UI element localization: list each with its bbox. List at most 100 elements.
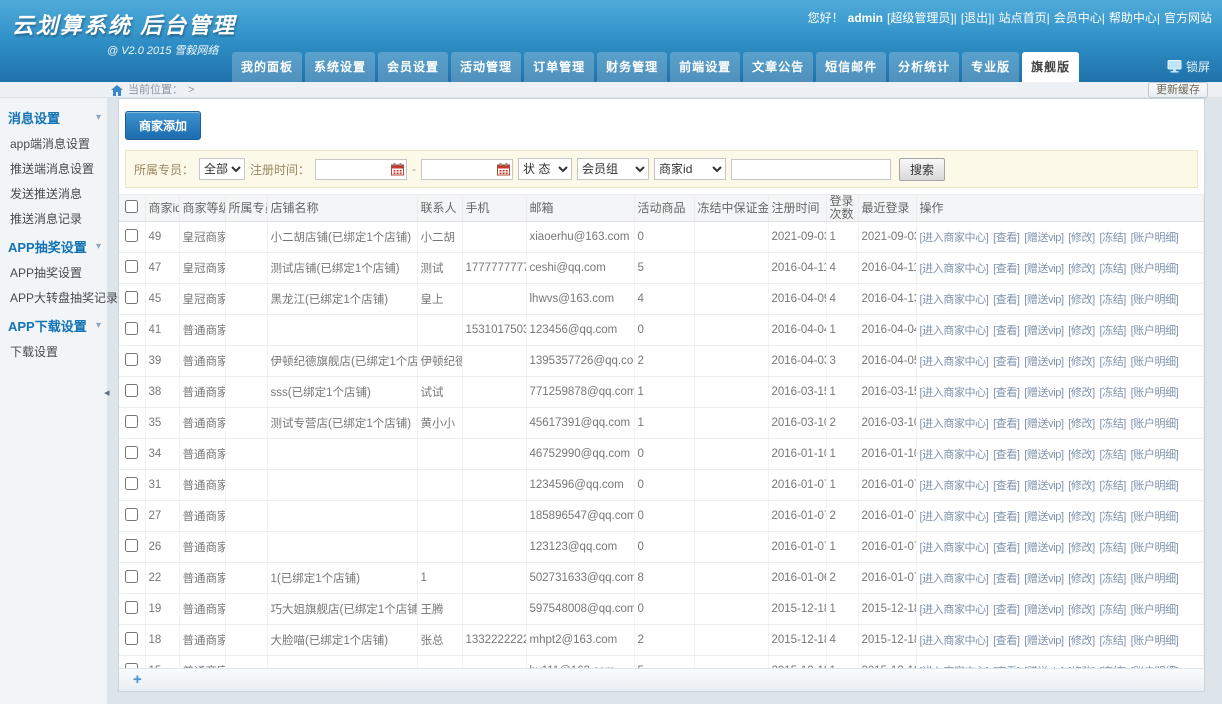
row-checkbox[interactable] bbox=[125, 632, 138, 645]
action-gift-vip[interactable]: [赠送vip] bbox=[1024, 356, 1063, 368]
sidebar-item[interactable]: 下载设置 bbox=[0, 339, 107, 364]
calendar-icon[interactable] bbox=[391, 163, 404, 176]
user-link-4[interactable]: 帮助中心| bbox=[1109, 9, 1160, 26]
user-link-1[interactable]: [退出]| bbox=[961, 9, 995, 26]
action-gift-vip[interactable]: [赠送vip] bbox=[1024, 480, 1063, 492]
action-freeze[interactable]: [冻结] bbox=[1099, 418, 1126, 430]
tab-6[interactable]: 财务管理 bbox=[597, 52, 667, 82]
member-group-select[interactable]: 会员组 bbox=[577, 158, 649, 180]
sidebar-item[interactable]: 发送推送消息 bbox=[0, 181, 107, 206]
row-checkbox[interactable] bbox=[125, 322, 138, 335]
action-view[interactable]: [查看] bbox=[993, 573, 1020, 585]
action-enter-merchant-center[interactable]: [进入商家中心] bbox=[920, 294, 989, 306]
action-freeze[interactable]: [冻结] bbox=[1099, 263, 1126, 275]
row-checkbox[interactable] bbox=[125, 260, 138, 273]
action-account-detail[interactable]: [账户明细] bbox=[1131, 232, 1179, 244]
action-freeze[interactable]: [冻结] bbox=[1099, 325, 1126, 337]
action-edit[interactable]: [修改] bbox=[1068, 573, 1095, 585]
user-link-3[interactable]: 会员中心| bbox=[1054, 9, 1105, 26]
user-link-2[interactable]: 站点首页| bbox=[999, 9, 1050, 26]
sidebar-item[interactable]: 推送消息记录 bbox=[0, 206, 107, 231]
action-enter-merchant-center[interactable]: [进入商家中心] bbox=[920, 480, 989, 492]
row-checkbox[interactable] bbox=[125, 415, 138, 428]
action-account-detail[interactable]: [账户明细] bbox=[1131, 418, 1179, 430]
action-view[interactable]: [查看] bbox=[993, 604, 1020, 616]
action-enter-merchant-center[interactable]: [进入商家中心] bbox=[920, 387, 989, 399]
tab-11[interactable]: 专业版 bbox=[962, 52, 1019, 82]
tab-2[interactable]: 系统设置 bbox=[305, 52, 375, 82]
action-enter-merchant-center[interactable]: [进入商家中心] bbox=[920, 635, 989, 647]
row-checkbox[interactable] bbox=[125, 353, 138, 366]
tab-5[interactable]: 订单管理 bbox=[524, 52, 594, 82]
action-account-detail[interactable]: [账户明细] bbox=[1131, 573, 1179, 585]
action-edit[interactable]: [修改] bbox=[1068, 480, 1095, 492]
action-view[interactable]: [查看] bbox=[993, 356, 1020, 368]
action-gift-vip[interactable]: [赠送vip] bbox=[1024, 573, 1063, 585]
action-enter-merchant-center[interactable]: [进入商家中心] bbox=[920, 449, 989, 461]
action-gift-vip[interactable]: [赠送vip] bbox=[1024, 232, 1063, 244]
action-gift-vip[interactable]: [赠送vip] bbox=[1024, 294, 1063, 306]
tab-8[interactable]: 文章公告 bbox=[743, 52, 813, 82]
tab-1[interactable]: 我的面板 bbox=[232, 52, 302, 82]
plus-icon[interactable]: + bbox=[133, 672, 142, 687]
action-edit[interactable]: [修改] bbox=[1068, 449, 1095, 461]
tab-10[interactable]: 分析统计 bbox=[889, 52, 959, 82]
search-field-select[interactable]: 商家id bbox=[654, 158, 726, 180]
action-edit[interactable]: [修改] bbox=[1068, 604, 1095, 616]
sidebar-collapse-arrow[interactable]: ◂ bbox=[104, 386, 110, 399]
action-freeze[interactable]: [冻结] bbox=[1099, 480, 1126, 492]
action-freeze[interactable]: [冻结] bbox=[1099, 604, 1126, 616]
action-gift-vip[interactable]: [赠送vip] bbox=[1024, 511, 1063, 523]
action-freeze[interactable]: [冻结] bbox=[1099, 387, 1126, 399]
sidebar-section-3[interactable]: APP下载设置▾ bbox=[0, 310, 107, 339]
action-view[interactable]: [查看] bbox=[993, 418, 1020, 430]
action-edit[interactable]: [修改] bbox=[1068, 356, 1095, 368]
update-cache-button[interactable]: 更新缓存 bbox=[1148, 82, 1208, 98]
action-gift-vip[interactable]: [赠送vip] bbox=[1024, 635, 1063, 647]
row-checkbox[interactable] bbox=[125, 570, 138, 583]
action-enter-merchant-center[interactable]: [进入商家中心] bbox=[920, 542, 989, 554]
agent-select[interactable]: 全部 bbox=[199, 158, 245, 180]
row-checkbox[interactable] bbox=[125, 508, 138, 521]
action-view[interactable]: [查看] bbox=[993, 232, 1020, 244]
action-enter-merchant-center[interactable]: [进入商家中心] bbox=[920, 325, 989, 337]
home-icon[interactable] bbox=[111, 85, 123, 96]
calendar-icon[interactable] bbox=[497, 163, 510, 176]
sidebar-item[interactable]: APP抽奖设置 bbox=[0, 260, 107, 285]
add-merchant-button[interactable]: 商家添加 bbox=[125, 111, 201, 140]
action-enter-merchant-center[interactable]: [进入商家中心] bbox=[920, 356, 989, 368]
sidebar-item[interactable]: 推送端消息设置 bbox=[0, 156, 107, 181]
action-freeze[interactable]: [冻结] bbox=[1099, 635, 1126, 647]
action-account-detail[interactable]: [账户明细] bbox=[1131, 604, 1179, 616]
row-checkbox[interactable] bbox=[125, 446, 138, 459]
action-gift-vip[interactable]: [赠送vip] bbox=[1024, 263, 1063, 275]
action-gift-vip[interactable]: [赠送vip] bbox=[1024, 387, 1063, 399]
action-view[interactable]: [查看] bbox=[993, 325, 1020, 337]
sidebar-item[interactable]: APP大转盘抽奖记录 bbox=[0, 285, 107, 310]
action-gift-vip[interactable]: [赠送vip] bbox=[1024, 418, 1063, 430]
row-checkbox[interactable] bbox=[125, 229, 138, 242]
action-account-detail[interactable]: [账户明细] bbox=[1131, 449, 1179, 461]
tab-4[interactable]: 活动管理 bbox=[451, 52, 521, 82]
action-edit[interactable]: [修改] bbox=[1068, 635, 1095, 647]
action-freeze[interactable]: [冻结] bbox=[1099, 356, 1126, 368]
action-account-detail[interactable]: [账户明细] bbox=[1131, 480, 1179, 492]
action-gift-vip[interactable]: [赠送vip] bbox=[1024, 542, 1063, 554]
action-edit[interactable]: [修改] bbox=[1068, 511, 1095, 523]
action-enter-merchant-center[interactable]: [进入商家中心] bbox=[920, 232, 989, 244]
action-freeze[interactable]: [冻结] bbox=[1099, 573, 1126, 585]
action-freeze[interactable]: [冻结] bbox=[1099, 542, 1126, 554]
action-account-detail[interactable]: [账户明细] bbox=[1131, 542, 1179, 554]
action-view[interactable]: [查看] bbox=[993, 263, 1020, 275]
sidebar-section-2[interactable]: APP抽奖设置▾ bbox=[0, 231, 107, 260]
row-checkbox[interactable] bbox=[125, 477, 138, 490]
action-view[interactable]: [查看] bbox=[993, 294, 1020, 306]
tab-12[interactable]: 旗舰版 bbox=[1022, 52, 1079, 82]
action-edit[interactable]: [修改] bbox=[1068, 387, 1095, 399]
action-freeze[interactable]: [冻结] bbox=[1099, 449, 1126, 461]
action-view[interactable]: [查看] bbox=[993, 511, 1020, 523]
action-edit[interactable]: [修改] bbox=[1068, 294, 1095, 306]
action-edit[interactable]: [修改] bbox=[1068, 263, 1095, 275]
row-checkbox[interactable] bbox=[125, 601, 138, 614]
action-account-detail[interactable]: [账户明细] bbox=[1131, 325, 1179, 337]
